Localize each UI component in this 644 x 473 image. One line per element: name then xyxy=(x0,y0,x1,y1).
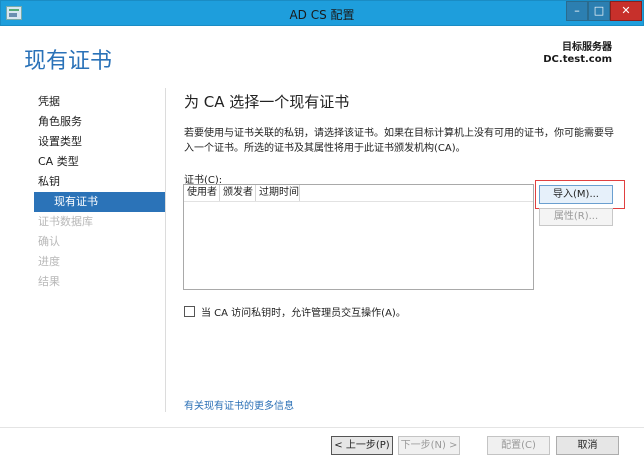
title-bar: AD CS 配置 – □ ✕ xyxy=(0,0,644,26)
nav-item-role-services[interactable]: 角色服务 xyxy=(34,112,166,132)
nav-item-progress: 进度 xyxy=(38,255,60,268)
section-title: 为 CA 选择一个现有证书 xyxy=(184,93,350,111)
more-info-link[interactable]: 有关现有证书的更多信息 xyxy=(184,397,294,412)
nav-item-ca-type[interactable]: CA 类型 xyxy=(34,152,166,172)
wizard-nav: 凭据 角色服务 设置类型 CA 类型 私钥 现有证书 证书数据库 确认 进度 结… xyxy=(34,92,166,292)
page-title: 现有证书 xyxy=(24,49,113,74)
nav-item-setup-type[interactable]: 设置类型 xyxy=(34,132,166,152)
nav-item-cert-database: 证书数据库 xyxy=(38,215,93,228)
nav-item-existing-certificate[interactable]: 现有证书 xyxy=(34,192,166,212)
next-button: 下一步(N) > xyxy=(398,436,460,455)
maximize-icon: □ xyxy=(593,4,605,17)
footer-divider xyxy=(0,427,644,428)
window-title: AD CS 配置 xyxy=(289,8,355,22)
cancel-button[interactable]: 取消 xyxy=(556,436,619,455)
target-server-label: 目标服务器 xyxy=(562,42,612,53)
certificate-list-header: 使用者 颁发者 过期时间 xyxy=(184,185,533,202)
admin-interaction-checkbox[interactable] xyxy=(184,306,195,317)
certificate-list[interactable]: 使用者 颁发者 过期时间 xyxy=(183,184,534,290)
properties-button: 属性(R)... xyxy=(539,208,613,226)
nav-item-confirmation: 确认 xyxy=(38,235,60,248)
nav-item-private-key[interactable]: 私钥 xyxy=(34,172,166,192)
admin-interaction-option[interactable]: 当 CA 访问私钥时，允许管理员交互操作(A)。 xyxy=(184,304,406,319)
admin-interaction-label[interactable]: 当 CA 访问私钥时，允许管理员交互操作(A)。 xyxy=(201,304,406,319)
target-server-name: DC.test.com xyxy=(543,54,612,65)
description-text: 若要使用与证书关联的私钥，请选择该证书。如果在目标计算机上没有可用的证书，你可能… xyxy=(184,128,614,154)
minimize-icon: – xyxy=(574,4,580,17)
column-header-expiration[interactable]: 过期时间 xyxy=(256,185,300,201)
close-icon: ✕ xyxy=(621,4,631,17)
nav-item-results: 结果 xyxy=(38,275,60,288)
column-header-issuer[interactable]: 颁发者 xyxy=(220,185,256,201)
nav-divider xyxy=(165,88,166,412)
nav-item-credentials[interactable]: 凭据 xyxy=(34,92,166,112)
previous-button[interactable]: < 上一步(P) xyxy=(331,436,393,455)
minimize-button[interactable]: – xyxy=(566,1,588,21)
column-header-subject[interactable]: 使用者 xyxy=(184,185,220,201)
close-button[interactable]: ✕ xyxy=(610,1,642,21)
import-button[interactable]: 导入(M)... xyxy=(539,185,613,204)
configure-button: 配置(C) xyxy=(487,436,550,455)
maximize-button[interactable]: □ xyxy=(588,1,610,21)
